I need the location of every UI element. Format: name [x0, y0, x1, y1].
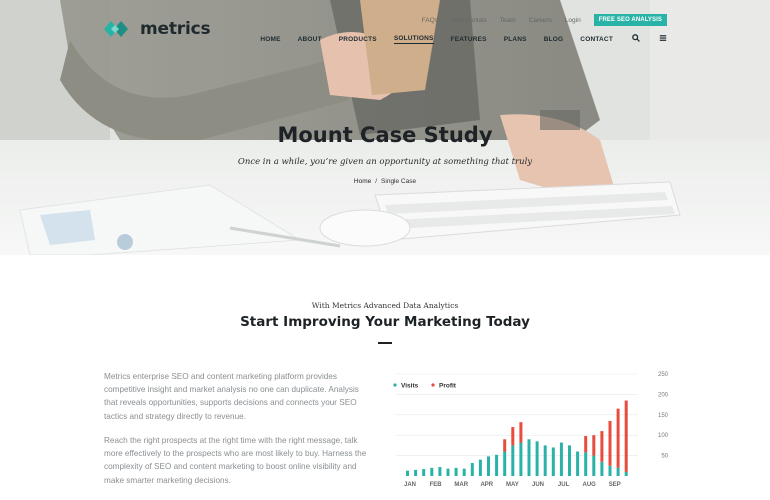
- bar-visits: [454, 467, 458, 476]
- nav-item-blog[interactable]: BLOG: [544, 36, 564, 43]
- nav-item-plans[interactable]: PLANS: [504, 36, 527, 43]
- title-divider: [378, 342, 392, 344]
- bar-profit: [608, 420, 612, 466]
- x-tick-label: SEP: [609, 482, 621, 488]
- bar-visits: [543, 445, 547, 476]
- topbar-link-team[interactable]: Team: [500, 17, 516, 24]
- bar-profit: [600, 431, 604, 462]
- x-tick-label: MAR: [454, 482, 468, 488]
- free-seo-analysis-button[interactable]: FREE SEO ANALYSIS: [593, 14, 667, 26]
- logo-mark-icon: [104, 21, 128, 37]
- nav-item-solutions[interactable]: SOLUTIONS: [393, 35, 434, 44]
- x-tick-label: AUG: [583, 482, 597, 488]
- topbar-link-faqs[interactable]: FAQs: [422, 17, 438, 24]
- bar-profit: [624, 400, 628, 472]
- x-tick-label: JUN: [532, 482, 544, 488]
- section-title: Start Improving Your Marketing Today: [240, 314, 530, 330]
- bar-profit: [616, 408, 620, 468]
- bar-visits: [495, 454, 499, 476]
- bar-visits: [616, 467, 620, 476]
- legend-label-profit: Profit: [439, 383, 457, 390]
- hero-banner: metrics FAQs Testimonials Team Careers L…: [0, 0, 770, 255]
- bar-visits: [527, 439, 531, 476]
- bar-visits: [576, 451, 580, 476]
- body-paragraph-1: Metrics enterprise SEO and content marke…: [104, 372, 359, 421]
- bar-visits: [422, 469, 426, 476]
- bar-visits: [478, 459, 482, 476]
- search-icon[interactable]: [632, 34, 640, 44]
- visits-profit-chart: 50 100 150 200 250 Visits Profit JAN FEB MAR APR MA…: [393, 372, 669, 488]
- nav-item-about[interactable]: ABOUT: [298, 36, 322, 43]
- section-eyebrow: With Metrics Advanced Data Analytics: [311, 301, 459, 310]
- bar-visits: [600, 461, 604, 476]
- bar-profit: [519, 422, 523, 443]
- page-subtitle: Once in a while, you’re given an opportu…: [237, 157, 533, 167]
- y-tick-label: 150: [658, 413, 669, 419]
- bar-profit: [592, 435, 596, 456]
- breadcrumb-separator: /: [375, 178, 378, 185]
- bar-profit: [584, 436, 588, 453]
- bar-visits: [470, 462, 474, 476]
- nav-item-contact[interactable]: CONTACT: [580, 36, 613, 43]
- bar-visits: [430, 467, 434, 476]
- x-tick-label: FEB: [430, 482, 443, 488]
- body-paragraph-2: Reach the right prospects at the right t…: [104, 436, 367, 485]
- y-tick-label: 50: [661, 454, 668, 460]
- bar-visits: [592, 455, 596, 476]
- bar-visits: [624, 471, 628, 476]
- page-title: Mount Case Study: [277, 123, 493, 147]
- x-tick-label: MAY: [506, 482, 519, 488]
- x-tick-label: APR: [480, 482, 493, 488]
- bar-visits: [414, 469, 418, 476]
- breadcrumb-current: Single Case: [381, 178, 417, 185]
- bar-profit: [503, 439, 507, 452]
- nav-item-home[interactable]: HOME: [260, 36, 280, 43]
- bar-visits: [487, 456, 490, 476]
- nav-item-features[interactable]: FEATURES: [451, 36, 487, 43]
- bar-visits: [438, 467, 442, 476]
- bar-visits: [519, 442, 523, 476]
- menu-icon[interactable]: [659, 34, 667, 44]
- bar-visits: [584, 452, 588, 476]
- bar-visits: [535, 441, 539, 476]
- y-tick-label: 100: [658, 433, 669, 439]
- y-tick-label: 250: [658, 372, 669, 378]
- bar-visits: [462, 468, 466, 476]
- logo-wordmark: metrics: [140, 19, 211, 39]
- main-nav: HOME ABOUT PRODUCTS SOLUTIONS FEATURES P…: [243, 34, 667, 44]
- utility-nav: FAQs Testimonials Team Careers Login FRE…: [409, 14, 667, 26]
- x-tick-label: JAN: [404, 482, 416, 488]
- topbar-link-login[interactable]: Login: [565, 17, 581, 24]
- nav-item-products[interactable]: PRODUCTS: [339, 36, 377, 43]
- bar-visits: [511, 445, 515, 476]
- x-tick-label: JUL: [558, 482, 570, 488]
- bar-visits: [608, 465, 612, 476]
- bar-visits: [551, 447, 555, 476]
- legend-label-visits: Visits: [401, 383, 419, 390]
- bar-visits: [568, 445, 571, 476]
- bar-visits: [503, 451, 507, 476]
- bar-visits: [406, 470, 409, 476]
- bar-visits: [446, 468, 450, 476]
- y-tick-label: 200: [658, 392, 669, 398]
- breadcrumb-home-link[interactable]: Home: [354, 178, 371, 185]
- topbar-link-testimonials[interactable]: Testimonials: [451, 17, 487, 24]
- legend-marker-profit: [431, 383, 435, 387]
- legend-marker-visits: [393, 383, 397, 387]
- breadcrumb: Home / Single Case: [0, 178, 770, 185]
- bar-profit: [511, 427, 515, 446]
- bar-visits: [559, 442, 563, 476]
- topbar-link-careers[interactable]: Careers: [529, 17, 552, 24]
- site-logo[interactable]: metrics: [102, 17, 211, 41]
